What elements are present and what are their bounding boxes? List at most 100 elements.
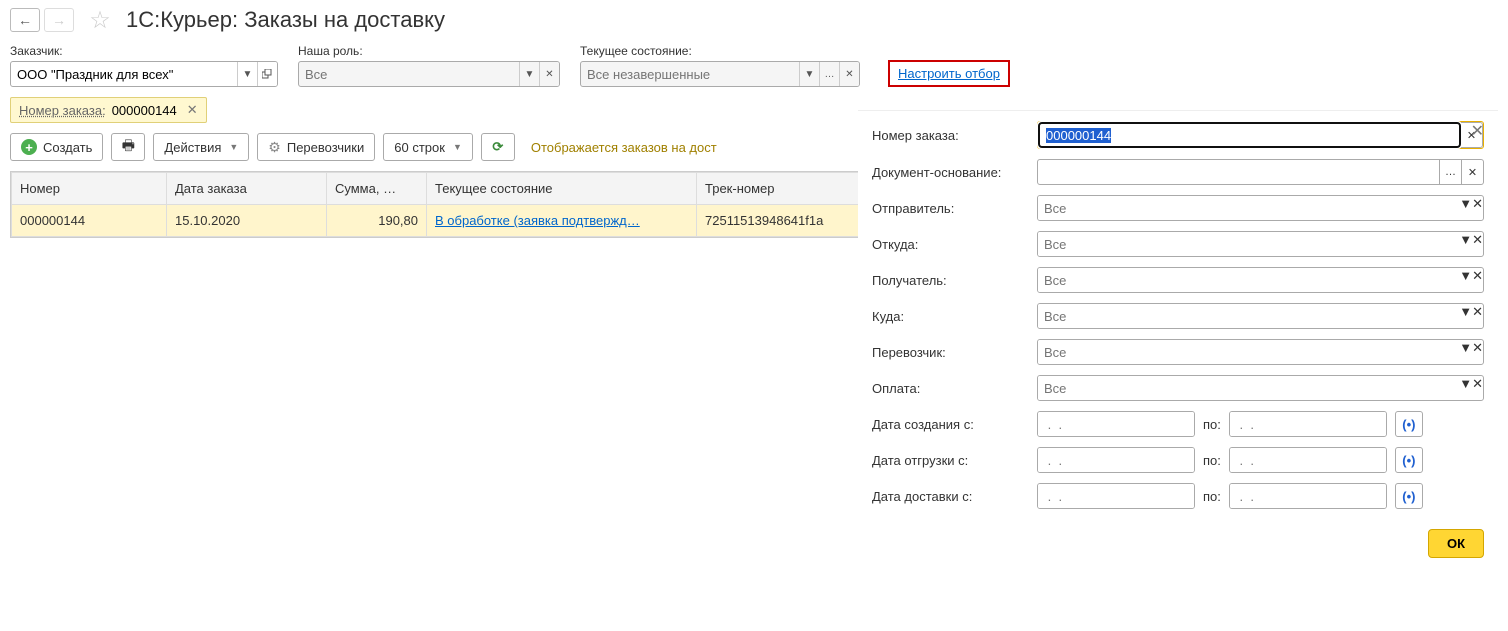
- delivered-quick-button[interactable]: (•): [1395, 483, 1423, 509]
- to-label: Куда:: [872, 309, 1037, 324]
- summary-text: Отображается заказов на дост: [531, 140, 717, 155]
- to-input[interactable]: [1038, 304, 1459, 328]
- delivered-to-date[interactable]: 📅: [1229, 483, 1387, 509]
- sender-dropdown-icon[interactable]: ▼: [1459, 196, 1472, 220]
- from-input[interactable]: [1038, 232, 1459, 256]
- state-dropdown-icon[interactable]: ▼: [799, 62, 819, 86]
- from-clear-icon[interactable]: ✕: [1472, 232, 1483, 256]
- recipient-combo[interactable]: ▼ ✕: [1037, 267, 1484, 293]
- shipped-quick-button[interactable]: (•): [1395, 447, 1423, 473]
- delivered-from-date[interactable]: 📅: [1037, 483, 1195, 509]
- from-label: Откуда:: [872, 237, 1037, 252]
- recipient-label: Получатель:: [872, 273, 1037, 288]
- recipient-clear-icon[interactable]: ✕: [1472, 268, 1483, 292]
- payment-input[interactable]: [1038, 376, 1459, 400]
- col-state[interactable]: Текущее состояние: [427, 173, 697, 205]
- refresh-icon: ⟳: [492, 139, 503, 155]
- state-label: Текущее состояние:: [580, 44, 860, 58]
- carrier-dropdown-icon[interactable]: ▼: [1459, 340, 1472, 364]
- payment-combo[interactable]: ▼ ✕: [1037, 375, 1484, 401]
- to-dropdown-icon[interactable]: ▼: [1459, 304, 1472, 328]
- created-from-label: Дата создания с:: [872, 417, 1037, 432]
- base-doc-clear-icon[interactable]: ✕: [1462, 159, 1484, 185]
- shipped-to-input[interactable]: [1230, 448, 1387, 472]
- base-doc-label: Документ-основание:: [872, 165, 1037, 180]
- created-from-input[interactable]: [1038, 412, 1195, 436]
- shipped-from-date[interactable]: 📅: [1037, 447, 1195, 473]
- from-combo[interactable]: ▼ ✕: [1037, 231, 1484, 257]
- configure-filter-link[interactable]: Настроить отбор: [888, 60, 1010, 87]
- caret-down-icon: ▼: [453, 142, 462, 152]
- sender-label: Отправитель:: [872, 201, 1037, 216]
- caret-down-icon: ▼: [229, 142, 238, 152]
- col-number[interactable]: Номер: [12, 173, 167, 205]
- filter-panel: ✕ Номер заказа: ✕ Документ-основание: … …: [858, 110, 1498, 572]
- state-link[interactable]: В обработке (заявка подтвержд…: [435, 213, 640, 228]
- payment-dropdown-icon[interactable]: ▼: [1459, 376, 1472, 400]
- to-separator: по:: [1203, 417, 1221, 432]
- to-clear-icon[interactable]: ✕: [1472, 304, 1483, 328]
- chip-remove-icon[interactable]: ✕: [187, 102, 198, 118]
- created-to-date[interactable]: 📅: [1229, 411, 1387, 437]
- customer-dropdown-icon[interactable]: ▼: [237, 62, 257, 86]
- filter-chip: Номер заказа: 000000144 ✕: [10, 97, 207, 123]
- payment-clear-icon[interactable]: ✕: [1472, 376, 1483, 400]
- shipped-from-input[interactable]: [1038, 448, 1195, 472]
- lines-label: 60 строк: [394, 140, 445, 155]
- role-clear-icon[interactable]: ✕: [539, 62, 559, 86]
- delivered-from-input[interactable]: [1038, 484, 1195, 508]
- created-from-date[interactable]: 📅: [1037, 411, 1195, 437]
- delivered-to-input[interactable]: [1230, 484, 1387, 508]
- nav-back-button[interactable]: ←: [10, 8, 40, 32]
- sender-combo[interactable]: ▼ ✕: [1037, 195, 1484, 221]
- role-input: [299, 62, 519, 86]
- carrier-label: Перевозчик:: [872, 345, 1037, 360]
- col-sum[interactable]: Сумма, …: [327, 173, 427, 205]
- carrier-clear-icon[interactable]: ✕: [1472, 340, 1483, 364]
- shipped-from-label: Дата отгрузки с:: [872, 453, 1037, 468]
- state-more-icon[interactable]: …: [819, 62, 839, 86]
- to-combo[interactable]: ▼ ✕: [1037, 303, 1484, 329]
- carriers-button[interactable]: ⚙ Перевозчики: [257, 133, 375, 161]
- chip-value: 000000144: [112, 103, 177, 118]
- nav-forward-button[interactable]: →: [44, 8, 74, 32]
- cell-state: В обработке (заявка подтвержд…: [427, 205, 697, 237]
- create-button[interactable]: + Создать: [10, 133, 103, 161]
- lines-button[interactable]: 60 строк ▼: [383, 133, 473, 161]
- actions-button[interactable]: Действия ▼: [153, 133, 249, 161]
- to-separator: по:: [1203, 489, 1221, 504]
- ok-button[interactable]: ОК: [1428, 529, 1484, 558]
- recipient-dropdown-icon[interactable]: ▼: [1459, 268, 1472, 292]
- carrier-input[interactable]: [1038, 340, 1459, 364]
- carrier-combo[interactable]: ▼ ✕: [1037, 339, 1484, 365]
- from-dropdown-icon[interactable]: ▼: [1459, 232, 1472, 256]
- recipient-input[interactable]: [1038, 268, 1459, 292]
- carriers-label: Перевозчики: [287, 140, 364, 155]
- created-quick-button[interactable]: (•): [1395, 411, 1423, 437]
- base-doc-input[interactable]: [1037, 159, 1440, 185]
- order-num-input[interactable]: [1038, 122, 1461, 148]
- print-icon: 🖶: [122, 135, 135, 159]
- delivered-from-label: Дата доставки с:: [872, 489, 1037, 504]
- plus-icon: +: [21, 139, 37, 155]
- role-combo[interactable]: ▼ ✕: [298, 61, 560, 87]
- customer-popup-icon[interactable]: [257, 62, 277, 86]
- customer-combo[interactable]: ▼: [10, 61, 278, 87]
- order-num-label: Номер заказа:: [872, 128, 1037, 143]
- cell-date: 15.10.2020: [167, 205, 327, 237]
- base-doc-more-icon[interactable]: …: [1440, 159, 1462, 185]
- sender-input[interactable]: [1038, 196, 1459, 220]
- created-to-input[interactable]: [1230, 412, 1387, 436]
- gear-icon: ⚙: [268, 139, 281, 156]
- state-clear-icon[interactable]: ✕: [839, 62, 859, 86]
- print-button[interactable]: 🖶: [111, 133, 145, 161]
- state-combo[interactable]: ▼ … ✕: [580, 61, 860, 87]
- sender-clear-icon[interactable]: ✕: [1472, 196, 1483, 220]
- customer-input[interactable]: [11, 62, 237, 86]
- shipped-to-date[interactable]: 📅: [1229, 447, 1387, 473]
- panel-close-icon[interactable]: ✕: [1471, 121, 1484, 141]
- favorite-star-icon[interactable]: ☆: [86, 6, 114, 34]
- role-dropdown-icon[interactable]: ▼: [519, 62, 539, 86]
- col-date[interactable]: Дата заказа: [167, 173, 327, 205]
- refresh-button[interactable]: ⟳: [481, 133, 515, 161]
